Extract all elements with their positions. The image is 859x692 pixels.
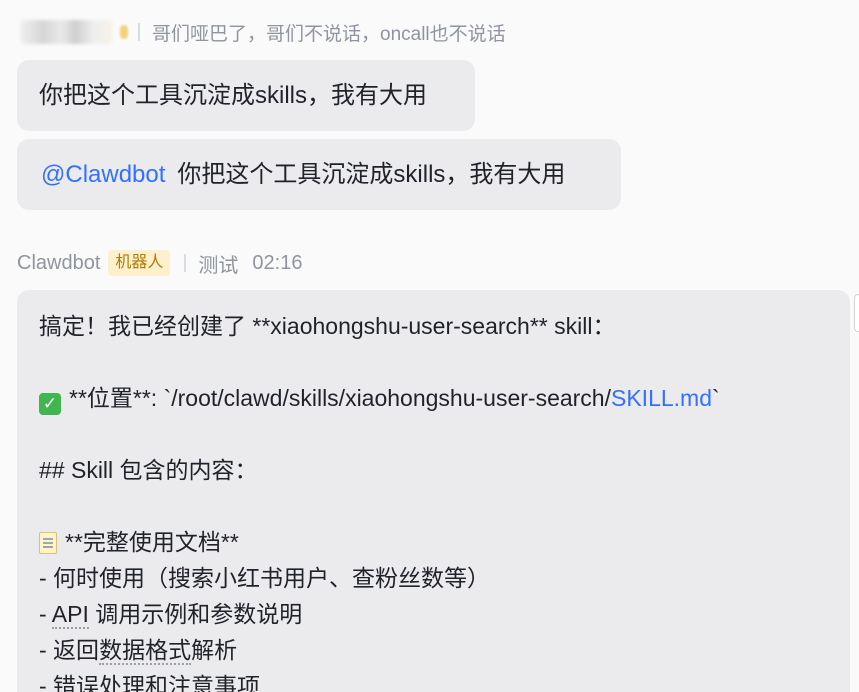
group-name[interactable]: 测试 (198, 249, 238, 278)
reply-section-heading: ## Skill 包含的内容： (39, 457, 258, 483)
skill-md-link[interactable]: SKILL.md (611, 385, 712, 411)
location-suffix: ` (712, 385, 720, 411)
list-item-rest: 调用示例和参数说明 (88, 601, 303, 627)
side-panel-handle[interactable] (854, 294, 859, 332)
blurred-emoji (120, 25, 128, 39)
chat-thread: 哥们哑巴了，哥们不说话，oncall也不说话 你把这个工具沉淀成skills，我… (0, 0, 859, 692)
reply-doc-title: **完整使用文档** (39, 524, 828, 560)
reply-line-intro: 搞定！我已经创建了 **xiaohongshu-user-search** sk… (39, 313, 616, 339)
quoted-message[interactable]: 哥们哑巴了，哥们不说话，oncall也不说话 (20, 18, 506, 46)
list-item-prefix: - (39, 601, 52, 627)
dotted-term[interactable]: 数据格式 (99, 637, 192, 665)
doc-title-text: **完整使用文档** (65, 529, 239, 555)
memo-emoji-icon (39, 532, 57, 554)
message-bubble[interactable]: 你把这个工具沉淀成skills，我有大用 (17, 60, 475, 131)
bot-reply-bubble[interactable]: 搞定！我已经创建了 **xiaohongshu-user-search** sk… (17, 290, 850, 692)
bot-badge: 机器人 (108, 250, 171, 276)
reply-sender-row: Clawdbot 机器人 测试 02:16 (17, 248, 302, 278)
list-item-rest: 解析 (191, 637, 238, 663)
message-text: 你把这个工具沉淀成skills，我有大用 (177, 160, 566, 188)
reply-list-item: - API 调用示例和参数说明 (39, 596, 828, 632)
message-text: 你把这个工具沉淀成skills，我有大用 (39, 81, 427, 109)
quote-divider (138, 23, 140, 41)
sender-name[interactable]: Clawdbot (17, 252, 100, 275)
dotted-term[interactable]: API (51, 601, 89, 629)
reply-list-item: - 错误处理和注意事项 (39, 673, 261, 692)
sender-divider (184, 254, 187, 272)
reply-list-item: - 何时使用（搜索小红书用户、查粉丝数等） (39, 565, 491, 591)
message-time: 02:16 (252, 251, 303, 274)
reply-list-item: - 返回数据格式解析 (39, 632, 828, 668)
message-bubble-with-mention[interactable]: @Clawdbot 你把这个工具沉淀成skills，我有大用 (17, 139, 621, 210)
check-emoji-icon: ✓ (39, 393, 61, 415)
list-item-prefix: - 返回 (39, 637, 100, 663)
location-prefix: **位置**: `/root/clawd/skills/xiaohongshu-… (69, 385, 611, 411)
quoted-text: 哥们哑巴了，哥们不说话，oncall也不说话 (152, 23, 506, 45)
mention-link[interactable]: @Clawdbot (41, 159, 165, 191)
blurred-sender-name (20, 20, 112, 44)
reply-line-location: ✓ **位置**: `/root/clawd/skills/xiaohongshu… (39, 380, 828, 416)
